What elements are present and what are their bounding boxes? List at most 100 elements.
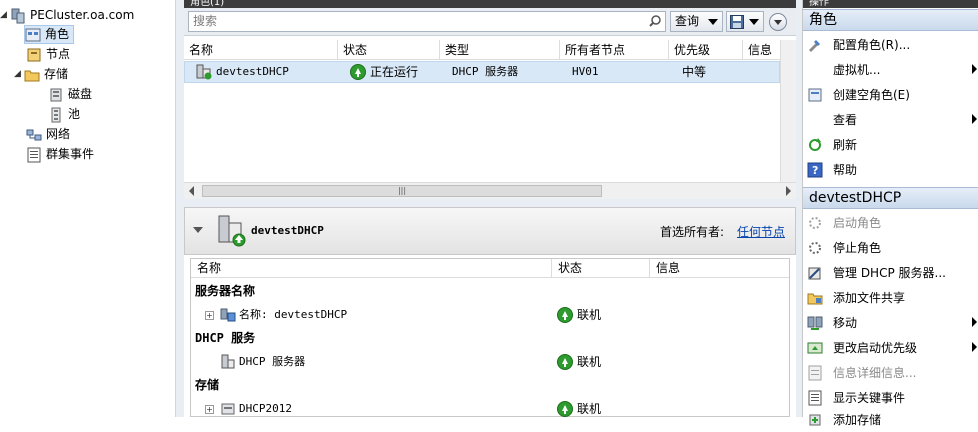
column-header-status[interactable]: 状态 <box>338 40 440 60</box>
tree-item-label: 存储 <box>44 67 69 81</box>
column-header-type[interactable]: 类型 <box>440 40 560 60</box>
actions-section-header[interactable]: 角色 <box>803 9 978 31</box>
tree-item-label: 群集事件 <box>46 147 95 161</box>
actions-pane-title: 操作 <box>803 0 978 8</box>
resource-status: 联机 <box>577 355 602 369</box>
tree-item-label: 节点 <box>46 47 71 61</box>
role-name: devtestDHCP <box>216 65 289 78</box>
column-header-name[interactable]: 名称 <box>184 40 338 60</box>
column-header-owner-node[interactable]: 所有者节点 <box>560 40 669 60</box>
events-icon <box>26 147 42 163</box>
resource-status: 联机 <box>577 308 602 322</box>
action-label: 管理 DHCP 服务器... <box>833 266 946 280</box>
pane-splitter[interactable] <box>184 199 796 207</box>
folder-icon <box>24 67 40 83</box>
action-information-details[interactable]: 信息详细信息... <box>803 360 978 385</box>
role-info <box>750 62 755 82</box>
action-change-startup-priority[interactable]: 更改启动优先级 <box>803 335 978 360</box>
tree-root[interactable]: ◢ PECluster.oa.com <box>0 6 134 25</box>
action-label: 查看 <box>833 113 858 127</box>
tree-item-nodes[interactable]: 节点 <box>26 45 70 64</box>
search-input[interactable]: 搜索 <box>188 11 666 32</box>
disk-icon <box>48 87 64 103</box>
refresh-icon <box>809 137 821 151</box>
group-header-label: DHCP 服务 <box>195 331 256 345</box>
action-start-role[interactable]: 启动角色 <box>803 210 978 235</box>
blank-icon <box>807 62 823 78</box>
query-button[interactable]: 查询 <box>670 11 723 32</box>
table-row[interactable]: devtestDHCP 正在运行 DHCP 服务器 HV01 中等 <box>184 61 780 83</box>
pane-splitter[interactable] <box>176 0 184 417</box>
tree-item-cluster-events[interactable]: 群集事件 <box>26 145 94 164</box>
tree-item-label: 网络 <box>46 127 71 141</box>
action-refresh[interactable]: 刷新 <box>803 132 978 157</box>
list-item[interactable]: + 名称: devtestDHCP 联机 <box>205 304 785 326</box>
actions-section-header[interactable]: devtestDHCP <box>803 187 978 209</box>
roles-pane-title: 角色(1) <box>184 0 796 8</box>
action-label: 显示关键事件 <box>833 391 906 405</box>
list-item[interactable]: DHCP 服务器 联机 <box>220 351 785 373</box>
tree-item-storage[interactable]: ◢ 存储 <box>14 65 68 84</box>
action-stop-role[interactable]: 停止角色 <box>803 235 978 260</box>
tree-item-pools[interactable]: 池 <box>48 105 80 124</box>
action-label: 刷新 <box>833 138 858 152</box>
expand-icon[interactable]: + <box>205 310 214 320</box>
action-add-file-share[interactable]: 添加文件共享 <box>803 285 978 310</box>
cluster-icon <box>10 8 26 24</box>
resource-name: 名称: devtestDHCP <box>239 308 348 321</box>
move-icon <box>807 316 823 330</box>
column-header-priority[interactable]: 优先级 <box>669 40 743 60</box>
column-header-info[interactable]: 信息 <box>743 40 780 60</box>
network-icon <box>26 127 42 143</box>
tree-item-networks[interactable]: 网络 <box>26 125 70 144</box>
actions-pane: 操作 角色 配置角色(R)... 虚拟机... 创建空角色(E) 查看 刷新 ?… <box>802 0 978 427</box>
collapse-chevron-icon[interactable] <box>193 227 203 233</box>
tree-item-roles[interactable]: 角色 <box>24 25 75 44</box>
action-label: 添加文件共享 <box>833 291 906 305</box>
preferred-owner-link[interactable]: 任何节点 <box>737 223 785 240</box>
role-priority: 中等 <box>682 65 707 79</box>
tree-item-disks[interactable]: 磁盘 <box>48 85 92 104</box>
save-query-button[interactable] <box>726 11 764 32</box>
detail-header: devtestDHCP 首选所有者: 任何节点 <box>184 207 796 255</box>
add-storage-icon <box>809 414 821 425</box>
roles-grid-header: 名称 状态 类型 所有者节点 优先级 信息 <box>184 40 780 60</box>
action-move[interactable]: 移动 <box>803 310 978 335</box>
scroll-left-icon[interactable] <box>189 186 194 196</box>
blank-icon <box>807 112 823 128</box>
action-help[interactable]: ? 帮助 <box>803 157 978 182</box>
role-name-cell: devtestDHCP <box>191 62 289 82</box>
search-icon[interactable] <box>649 15 661 27</box>
navigation-tree: ◢ PECluster.oa.com 角色 节点 ◢ 存储 磁盘 池 网络 群集… <box>0 0 176 417</box>
file-share-icon <box>807 293 823 304</box>
action-virtual-machines[interactable]: 虚拟机... <box>803 57 978 82</box>
column-header-name[interactable]: 名称 <box>191 259 552 278</box>
collapse-toggle-button[interactable] <box>769 13 787 31</box>
action-view[interactable]: 查看 <box>803 107 978 132</box>
vertical-scrollbar[interactable] <box>780 40 796 182</box>
horizontal-scrollbar[interactable]: ||| <box>184 182 796 199</box>
scroll-right-icon[interactable] <box>786 186 791 196</box>
action-add-storage[interactable]: 添加存储 <box>803 407 978 432</box>
action-create-empty-role[interactable]: 创建空角色(E) <box>803 82 978 107</box>
online-status-icon <box>557 354 573 370</box>
action-configure-role[interactable]: 配置角色(R)... <box>803 32 978 57</box>
expand-icon[interactable]: + <box>205 404 214 414</box>
group-header: DHCP 服务 <box>195 327 255 349</box>
online-status-icon <box>350 64 366 80</box>
detail-role-name: devtestDHCP <box>251 224 324 237</box>
events-icon <box>808 390 822 405</box>
scrollbar-thumb[interactable]: ||| <box>202 185 602 197</box>
submenu-arrow-icon <box>972 64 977 74</box>
column-header-info[interactable]: 信息 <box>650 259 789 278</box>
action-label: 信息详细信息... <box>833 366 917 380</box>
pool-icon <box>48 107 64 123</box>
column-header-status[interactable]: 状态 <box>552 259 650 278</box>
dhcp-service-icon <box>221 354 235 369</box>
action-manage-dhcp-server[interactable]: 管理 DHCP 服务器... <box>803 260 978 285</box>
dhcp-role-icon <box>196 64 212 80</box>
tree-item-label: 角色 <box>45 27 70 41</box>
tree-item-label: 池 <box>68 107 81 121</box>
expand-arrow-icon[interactable]: ◢ <box>14 65 24 84</box>
expand-arrow-icon[interactable]: ◢ <box>0 6 10 25</box>
